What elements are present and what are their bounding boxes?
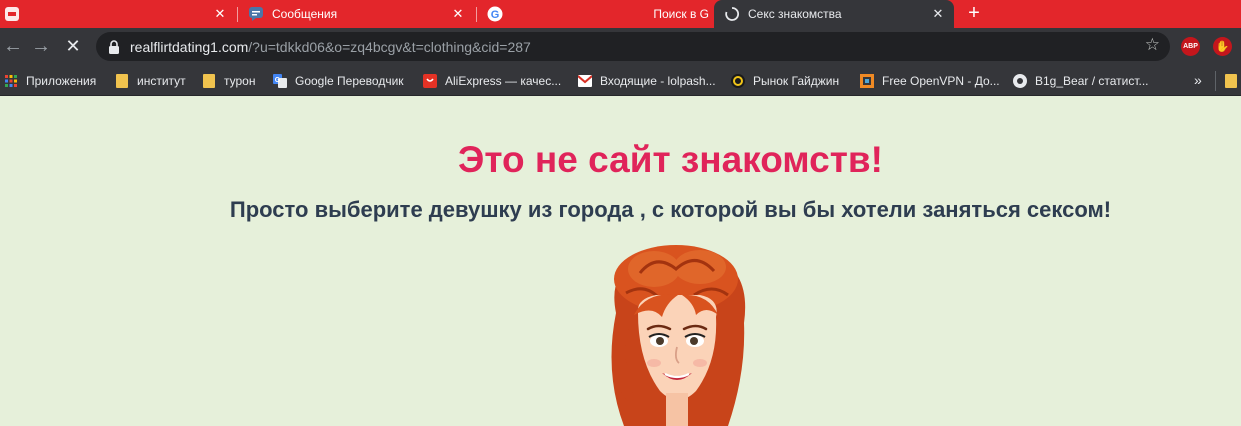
address-bar[interactable]: realflirtdating1.com/?u=tdkkd06&o=zq4bcg…: [96, 32, 1170, 61]
bookmark-openvpn[interactable]: Free OpenVPN - До...: [860, 71, 1000, 91]
bookmark-star-icon[interactable]: ☆: [1145, 35, 1160, 55]
bookmark-gmail[interactable]: Входящие - lolpash...: [578, 71, 716, 91]
vk-icon: [4, 6, 20, 22]
bookmark-aliexpress[interactable]: AliExpress — качес...: [423, 71, 561, 91]
tab-sex-dating[interactable]: Секс знакомства ✕: [714, 0, 954, 28]
stop-hand-extension-icon[interactable]: ✋: [1213, 37, 1232, 56]
google-icon: G: [487, 6, 503, 22]
bookmark-label: Google Переводчик: [295, 74, 404, 88]
folder-icon: [115, 74, 129, 88]
tab-title: Секс знакомства: [748, 7, 842, 21]
bookmark-apps[interactable]: Приложения: [4, 71, 96, 91]
folder-icon: [202, 74, 216, 88]
close-icon[interactable]: ✕: [212, 6, 228, 22]
bookmark-google-translate[interactable]: G Google Переводчик: [273, 71, 404, 91]
url-text[interactable]: realflirtdating1.com/?u=tdkkd06&o=zq4bcg…: [130, 39, 531, 55]
bookmark-b1g-bear[interactable]: B1g_Bear / статист...: [1013, 71, 1149, 91]
bookmark-institut[interactable]: институт: [115, 71, 186, 91]
tab-title: Сообщения: [272, 7, 338, 21]
toolbar: ← → ✕ realflirtdating1.com/?u=tdkkd06&o=…: [0, 28, 1241, 65]
page-content: Это не сайт знакомств! Просто выберите д…: [0, 97, 1241, 426]
lock-icon: [108, 39, 120, 54]
translate-icon: G: [273, 74, 287, 88]
bookmarks-overflow-button[interactable]: »: [1194, 72, 1202, 88]
redhead-cartoon-illustration: [611, 245, 746, 426]
aliexpress-icon: [423, 74, 437, 88]
stop-button[interactable]: ✕: [60, 34, 86, 60]
bookmark-gaijin-market[interactable]: Рынок Гайджин: [731, 71, 839, 91]
folder-icon[interactable]: [1215, 71, 1216, 91]
tab-google-search[interactable]: G Поиск в G: [477, 0, 713, 28]
loading-icon: [724, 6, 740, 22]
gmail-icon: [578, 74, 592, 88]
url-host: realflirtdating1.com: [130, 38, 249, 55]
adblock-extension-icon[interactable]: ABP: [1181, 37, 1200, 56]
bookmark-label: B1g_Bear / статист...: [1035, 74, 1149, 88]
bookmark-label: турон: [224, 74, 256, 88]
tab-vk[interactable]: ✕: [0, 0, 236, 28]
bookmark-turon[interactable]: турон: [202, 71, 255, 91]
svg-text:G: G: [491, 9, 500, 21]
stats-icon: [1013, 74, 1027, 88]
bookmarks-bar: Приложения институт турон G Google Перев…: [0, 65, 1241, 96]
bookmark-label: Free OpenVPN - До...: [882, 74, 1000, 88]
messages-icon: [248, 6, 264, 22]
page-subheadline: Просто выберите девушку из города , с ко…: [229, 197, 1112, 222]
page-headline: Это не сайт знакомств!: [458, 139, 883, 180]
tab-title: Поиск в G: [653, 7, 709, 21]
close-icon[interactable]: ✕: [450, 6, 466, 22]
tab-strip: ✕ Сообщения ✕ G Поиск в G Секс знакомств…: [0, 0, 1241, 28]
bookmark-label: Рынок Гайджин: [753, 74, 840, 88]
bookmark-label: AliExpress — качес...: [445, 74, 562, 88]
bookmark-label: институт: [137, 74, 186, 88]
forward-button[interactable]: →: [28, 34, 54, 60]
gaijin-icon: [731, 74, 745, 88]
svg-text:G: G: [275, 77, 281, 84]
tab-messages[interactable]: Сообщения ✕: [238, 0, 474, 28]
other-bookmarks-folder-icon[interactable]: [1225, 74, 1237, 88]
url-path: /?u=tdkkd06&o=zq4bcgv&t=clothing&cid=287: [248, 38, 531, 55]
bookmark-label: Входящие - lolpash...: [600, 74, 716, 88]
openvpn-icon: [860, 74, 874, 88]
back-button[interactable]: ←: [0, 34, 26, 60]
close-icon[interactable]: ✕: [930, 6, 946, 22]
new-tab-button[interactable]: +: [962, 2, 986, 26]
apps-grid-icon: [4, 74, 18, 88]
bookmark-label: Приложения: [26, 74, 97, 88]
